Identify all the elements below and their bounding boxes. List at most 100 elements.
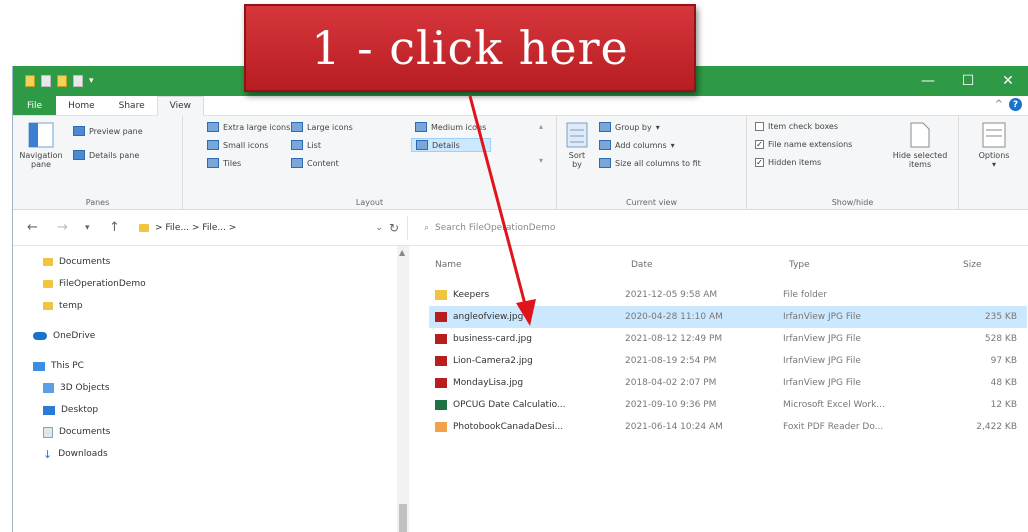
navigation-pane: Documents FileOperationDemo temp OneDriv… xyxy=(13,246,401,532)
file-row[interactable]: Keepers 2021-12-05 9:58 AM File folder xyxy=(429,284,1027,306)
nav-item-downloads[interactable]: ↓ Downloads xyxy=(43,444,108,464)
scroll-up-icon[interactable]: ▲ xyxy=(399,248,405,257)
sort-by-label: Sort by xyxy=(568,151,586,169)
sort-by-button[interactable]: Sort by xyxy=(563,122,591,169)
recent-locations-icon[interactable]: ▾ xyxy=(85,223,90,233)
ribbon: Navigation pane Preview pane Details pan… xyxy=(13,116,1028,210)
nav-item-label: Downloads xyxy=(58,449,108,459)
navigation-pane-icon xyxy=(28,122,54,148)
file-row[interactable]: Lion-Camera2.jpg 2021-08-19 2:54 PM Irfa… xyxy=(429,350,1027,372)
chevron-down-icon[interactable]: ▾ xyxy=(89,76,94,86)
nav-item-documents[interactable]: Documents xyxy=(43,252,110,272)
help-icon[interactable]: ? xyxy=(1009,98,1022,111)
nav-scrollbar[interactable]: ▲ xyxy=(397,246,409,532)
address-bar[interactable]: > File... > File... > ⌄ ↻ xyxy=(139,218,399,238)
minimize-button[interactable]: — xyxy=(908,66,948,96)
forward-icon[interactable]: → xyxy=(57,220,68,235)
desktop-icon xyxy=(43,405,55,415)
file-row[interactable]: OPCUG Date Calculatio... 2021-09-10 9:36… xyxy=(429,394,1027,416)
file-row[interactable]: MondayLisa.jpg 2018-04-02 2:07 PM IrfanV… xyxy=(429,372,1027,394)
current-view-group: Sort by Group by ▾ Add columns ▾ Size all … xyxy=(557,116,747,210)
large-icons-label: Large icons xyxy=(307,122,353,132)
qat-customize-icon[interactable] xyxy=(73,75,83,87)
back-icon[interactable]: ← xyxy=(27,220,38,235)
column-header-name[interactable]: Name xyxy=(435,260,462,270)
extra-large-icons-option[interactable]: Extra large icons xyxy=(207,122,290,132)
file-row[interactable]: PhotobookCanadaDesi... 2021-06-14 10:24 … xyxy=(429,416,1027,438)
layout-more-icon[interactable]: ▾ xyxy=(539,156,543,165)
instruction-callout: 1 - click here xyxy=(244,4,696,92)
file-name: angleofview.jpg xyxy=(453,312,524,322)
medium-icons-option[interactable]: Medium icons xyxy=(415,122,486,132)
add-columns-button[interactable]: Add columns ▾ xyxy=(599,140,675,150)
file-date: 2021-08-12 12:49 PM xyxy=(625,334,723,344)
cube-icon xyxy=(43,383,54,393)
group-by-button[interactable]: Group by ▾ xyxy=(599,122,660,132)
options-button[interactable]: Options ▾ xyxy=(969,122,1019,169)
nav-item-documents-pc[interactable]: Documents xyxy=(43,422,110,442)
item-check-boxes-toggle[interactable]: Item check boxes xyxy=(755,122,838,131)
file-name-extensions-toggle[interactable]: ✓ File name extensions xyxy=(755,140,852,149)
preview-pane-button[interactable]: Preview pane xyxy=(73,126,143,136)
hidden-items-toggle[interactable]: ✓ Hidden items xyxy=(755,158,821,167)
tiles-option[interactable]: Tiles xyxy=(207,158,241,168)
file-name-extensions-checkbox[interactable]: ✓ xyxy=(755,140,764,149)
details-pane-button[interactable]: Details pane xyxy=(73,150,139,160)
irfanview-icon xyxy=(435,334,447,344)
hidden-items-checkbox[interactable]: ✓ xyxy=(755,158,764,167)
up-icon[interactable]: ↑ xyxy=(109,220,120,235)
list-label: List xyxy=(307,140,321,150)
irfanview-icon xyxy=(435,378,447,388)
extra-large-icons-icon xyxy=(207,122,219,132)
file-type: Microsoft Excel Work... xyxy=(783,400,885,410)
folder-icon xyxy=(25,75,35,87)
file-row[interactable]: business-card.jpg 2021-08-12 12:49 PM Ir… xyxy=(429,328,1027,350)
properties-icon[interactable] xyxy=(41,75,51,87)
new-folder-icon[interactable] xyxy=(57,75,67,87)
column-header-date[interactable]: Date xyxy=(631,260,653,270)
item-check-boxes-checkbox[interactable] xyxy=(755,122,764,131)
nav-item-3d-objects[interactable]: 3D Objects xyxy=(43,378,110,398)
maximize-button[interactable]: ☐ xyxy=(948,66,988,96)
nav-item-onedrive[interactable]: OneDrive xyxy=(33,326,95,346)
scroll-thumb[interactable] xyxy=(399,504,407,532)
current-view-group-label: Current view xyxy=(625,198,677,207)
layout-scroll-up-icon[interactable]: ▴ xyxy=(539,122,543,131)
file-size: 12 KB xyxy=(990,400,1017,410)
size-all-columns-button[interactable]: Size all columns to fit xyxy=(599,158,701,168)
panes-group-label: Panes xyxy=(85,198,110,207)
callout-text: 1 - click here xyxy=(311,21,629,75)
tab-share[interactable]: Share xyxy=(107,96,157,115)
navigation-pane-button[interactable]: Navigation pane xyxy=(17,122,65,169)
details-option[interactable]: Details xyxy=(411,138,491,152)
hide-selected-items-button[interactable]: Hide selected items xyxy=(885,122,955,169)
nav-item-this-pc[interactable]: This PC xyxy=(33,356,84,376)
list-option[interactable]: List xyxy=(291,140,321,150)
refresh-icon[interactable]: ↻ xyxy=(389,221,399,235)
content-option[interactable]: Content xyxy=(291,158,339,168)
collapse-ribbon-icon[interactable]: ^ xyxy=(995,99,1003,110)
documents-icon xyxy=(43,426,53,438)
quick-access-toolbar: ▾ xyxy=(25,75,94,87)
file-name: PhotobookCanadaDesi... xyxy=(453,422,564,432)
nav-item-desktop[interactable]: Desktop xyxy=(43,400,98,420)
column-header-type[interactable]: Type xyxy=(789,260,810,270)
large-icons-option[interactable]: Large icons xyxy=(291,122,353,132)
nav-item-label: FileOperationDemo xyxy=(59,279,146,289)
nav-item-temp[interactable]: temp xyxy=(43,296,83,316)
extra-large-icons-label: Extra large icons xyxy=(223,122,291,132)
column-header-size[interactable]: Size xyxy=(963,260,981,270)
chevron-down-icon[interactable]: ⌄ xyxy=(375,223,383,233)
tab-file[interactable]: File xyxy=(13,96,57,115)
details-pane-icon xyxy=(73,150,85,160)
close-button[interactable]: ✕ xyxy=(988,66,1028,96)
tab-home[interactable]: Home xyxy=(56,96,107,115)
irfanview-icon xyxy=(435,356,447,366)
tab-view[interactable]: View xyxy=(156,96,204,116)
file-row-selected[interactable]: angleofview.jpg 2020-04-28 11:10 AM Irfa… xyxy=(429,306,1027,328)
nav-item-fileoperationdemo[interactable]: FileOperationDemo xyxy=(43,274,146,294)
small-icons-option[interactable]: Small icons xyxy=(207,140,269,150)
search-input[interactable]: ⌕ Search FileOperationDemo xyxy=(407,216,1028,240)
content-label: Content xyxy=(307,158,339,168)
breadcrumb[interactable]: > File... > File... > xyxy=(155,223,236,233)
